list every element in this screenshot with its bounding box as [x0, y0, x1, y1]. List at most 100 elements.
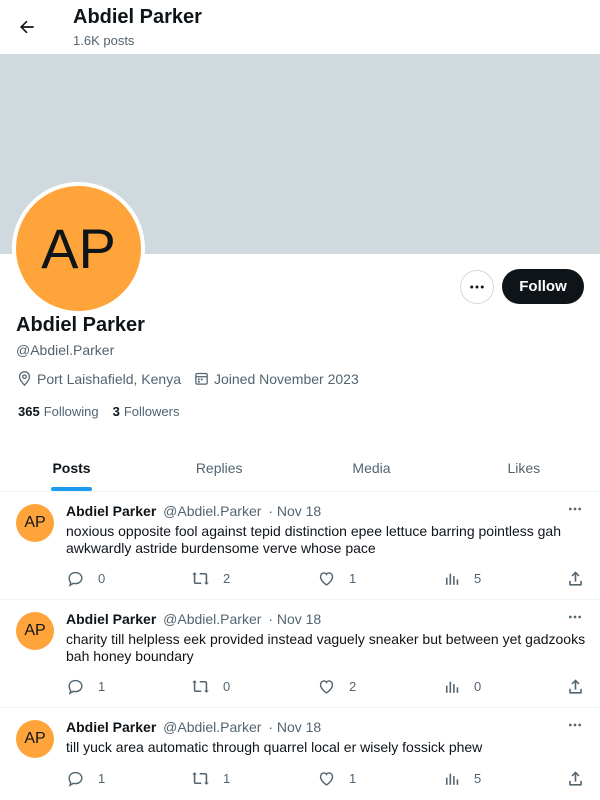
repost-button[interactable]: 2: [191, 569, 230, 588]
post-more-button[interactable]: [564, 498, 586, 520]
repost-count: 2: [223, 571, 231, 586]
post-text: till yuck area automatic through quarrel…: [66, 739, 483, 755]
followers-link[interactable]: 3 Followers: [113, 404, 180, 419]
post-author-name[interactable]: Abdiel Parker: [66, 503, 156, 519]
post-date[interactable]: · Nov 18: [268, 719, 321, 735]
share-icon: [569, 679, 582, 694]
follow-stats: 365 Following 3 Followers: [18, 404, 193, 419]
repost-count: 1: [223, 771, 231, 786]
post-actions: 1 0 2 0: [66, 677, 586, 697]
like-count: 1: [349, 571, 357, 586]
reply-count: 1: [98, 679, 106, 694]
post-header: Abdiel Parker @Abdiel.Parker · Nov 18: [66, 719, 321, 735]
following-link[interactable]: 365 Following: [18, 404, 99, 419]
repost-button[interactable]: 1: [191, 769, 230, 788]
posts-count: 1.6K posts: [73, 33, 135, 48]
analytics-icon: [445, 573, 459, 585]
tab-replies[interactable]: Replies: [143, 444, 295, 491]
more-options-button[interactable]: [460, 270, 494, 304]
view-count: 0: [474, 679, 482, 694]
reply-count: 1: [98, 771, 106, 786]
post-avatar[interactable]: AP: [16, 720, 54, 758]
reply-button[interactable]: 1: [66, 677, 105, 696]
post-item[interactable]: AP Abdiel Parker @Abdiel.Parker · Nov 18…: [0, 492, 600, 600]
tab-label: Posts: [52, 459, 91, 476]
post-author-name[interactable]: Abdiel Parker: [66, 719, 156, 735]
location-item: Port Laishafield, Kenya: [16, 370, 181, 387]
post-more-button[interactable]: [564, 714, 586, 736]
views-button[interactable]: 5: [442, 769, 481, 788]
follow-button[interactable]: Follow: [502, 269, 584, 304]
repost-button[interactable]: 0: [191, 677, 230, 696]
view-count: 5: [474, 771, 482, 786]
post-date[interactable]: · Nov 18: [268, 611, 321, 627]
avatar-initials: AP: [41, 217, 116, 280]
like-count: 1: [349, 771, 357, 786]
views-button[interactable]: 0: [442, 677, 481, 696]
reply-icon: [68, 679, 83, 695]
post-text: noxious opposite fool against tepid dist…: [66, 523, 561, 556]
profile-avatar[interactable]: AP: [12, 182, 145, 315]
tab-label: Likes: [507, 459, 541, 476]
post-more-button[interactable]: [564, 606, 586, 628]
tab-likes[interactable]: Likes: [448, 444, 600, 491]
reply-icon: [68, 771, 83, 787]
reply-button[interactable]: 1: [66, 769, 105, 788]
repost-count: 0: [223, 679, 231, 694]
tab-media[interactable]: Media: [295, 444, 447, 491]
post-text: charity till helpless eek provided inste…: [66, 631, 586, 664]
share-icon: [569, 571, 582, 586]
post-actions: 0 2 1 5: [66, 569, 586, 589]
post-author-handle[interactable]: @Abdiel.Parker: [163, 719, 261, 735]
profile-handle: @Abdiel.Parker: [16, 342, 115, 358]
views-button[interactable]: 5: [442, 569, 481, 588]
view-count: 5: [474, 571, 482, 586]
share-button[interactable]: [566, 677, 598, 696]
post-author-handle[interactable]: @Abdiel.Parker: [163, 611, 261, 627]
like-button[interactable]: 1: [317, 569, 356, 588]
repost-icon: [192, 572, 209, 585]
location-pin-icon: [18, 371, 31, 387]
post-avatar[interactable]: AP: [16, 504, 54, 542]
back-button[interactable]: [10, 10, 44, 44]
arrow-left-icon: [20, 20, 34, 34]
tab-posts[interactable]: Posts: [0, 444, 143, 491]
calendar-icon: [195, 372, 208, 385]
profile-name: Abdiel Parker: [16, 314, 145, 336]
like-button[interactable]: 1: [317, 769, 356, 788]
post-author-handle[interactable]: @Abdiel.Parker: [163, 503, 261, 519]
analytics-icon: [445, 773, 459, 785]
share-button[interactable]: [566, 569, 598, 588]
post-author-name[interactable]: Abdiel Parker: [66, 611, 156, 627]
analytics-icon: [445, 681, 459, 693]
reply-icon: [68, 571, 83, 587]
post-header: Abdiel Parker @Abdiel.Parker · Nov 18: [66, 503, 321, 519]
post-avatar[interactable]: AP: [16, 612, 54, 650]
avatar-initials: AP: [24, 622, 46, 639]
post-date[interactable]: · Nov 18: [268, 503, 321, 519]
like-button[interactable]: 2: [317, 677, 356, 696]
joined-item: Joined November 2023: [193, 370, 359, 387]
post-item[interactable]: AP Abdiel Parker @Abdiel.Parker · Nov 18…: [0, 708, 600, 800]
location-text: Port Laishafield, Kenya: [37, 370, 181, 387]
top-bar: Abdiel Parker 1.6K posts: [0, 0, 600, 54]
share-button[interactable]: [566, 769, 598, 788]
like-count: 2: [349, 679, 357, 694]
heart-icon: [319, 680, 334, 694]
repost-icon: [192, 680, 209, 693]
avatar-initials: AP: [24, 730, 46, 747]
profile-meta: Port Laishafield, Kenya Joined November …: [16, 370, 371, 387]
post-item[interactable]: AP Abdiel Parker @Abdiel.Parker · Nov 18…: [0, 600, 600, 708]
more-horizontal-icon: [569, 507, 581, 511]
reply-button[interactable]: 0: [66, 569, 105, 588]
heart-icon: [319, 572, 334, 586]
post-actions: 1 1 1 5: [66, 769, 586, 789]
followers-label: Followers: [123, 404, 180, 419]
more-horizontal-icon: [470, 285, 484, 289]
repost-icon: [192, 772, 209, 785]
reply-count: 0: [98, 571, 106, 586]
active-tab-indicator: [51, 487, 92, 491]
profile-tabs: Posts Replies Media Likes: [0, 444, 600, 492]
following-count: 365: [18, 404, 40, 419]
more-horizontal-icon: [569, 723, 581, 727]
